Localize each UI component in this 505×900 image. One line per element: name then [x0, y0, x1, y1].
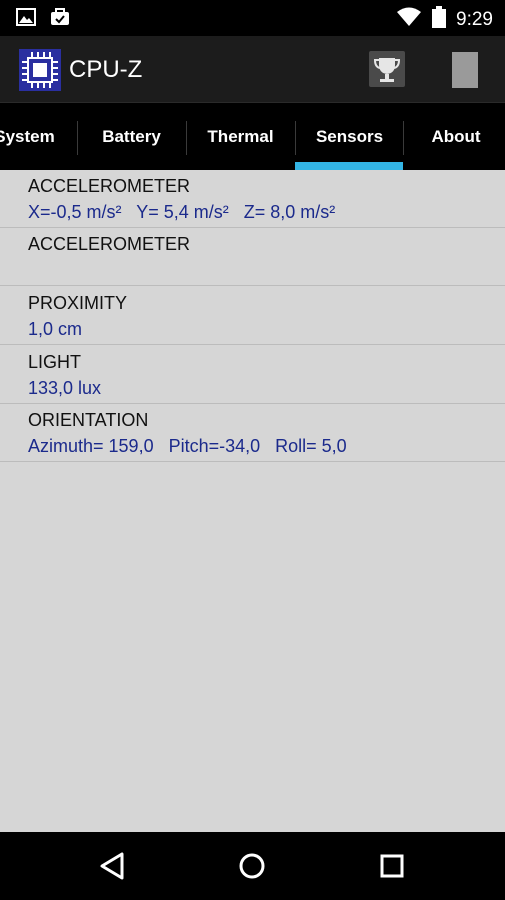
- active-tab-indicator: [295, 162, 403, 170]
- sensor-name: ACCELEROMETER: [28, 234, 191, 254]
- list-item: ACCELEROMETER X=-0,5 m/s² Y= 5,4 m/s² Z=…: [0, 170, 505, 228]
- gallery-icon: [16, 8, 36, 31]
- sensor-value: Azimuth= 159,0 Pitch=-34,0 Roll= 5,0: [28, 436, 347, 456]
- overflow-menu-icon: [452, 52, 478, 88]
- list-item: PROXIMITY 1,0 cm: [0, 287, 505, 345]
- sensor-name: LIGHT: [28, 352, 82, 372]
- tab-thermal[interactable]: Thermal: [186, 103, 295, 170]
- action-bar: CPU-Z: [0, 36, 505, 102]
- android-screen: 9:29 CPU-Z System Battery Thermal Sensor…: [0, 0, 505, 900]
- list-item: ORIENTATION Azimuth= 159,0 Pitch=-34,0 R…: [0, 404, 505, 462]
- list-item: ACCELEROMETER: [0, 228, 505, 286]
- status-bar: 9:29: [0, 0, 505, 36]
- status-clock: 9:29: [456, 8, 493, 30]
- sensor-name: ACCELEROMETER: [28, 176, 191, 196]
- home-icon: [235, 853, 269, 887]
- tab-about[interactable]: About: [403, 103, 505, 170]
- home-button[interactable]: [235, 849, 269, 883]
- tab-system[interactable]: System: [0, 103, 79, 170]
- sensors-list: ACCELEROMETER X=-0,5 m/s² Y= 5,4 m/s² Z=…: [0, 170, 505, 832]
- sensor-value: 133,0 lux: [28, 378, 102, 398]
- trophy-button[interactable]: [369, 51, 405, 87]
- tab-sensors[interactable]: Sensors: [295, 103, 404, 170]
- cpu-chip-icon: [19, 49, 61, 91]
- recents-icon: [375, 854, 409, 887]
- tab-battery[interactable]: Battery: [77, 103, 186, 170]
- overflow-menu-button[interactable]: [452, 52, 478, 88]
- back-icon: [96, 852, 130, 887]
- tab-bar: System Battery Thermal Sensors About: [0, 102, 505, 170]
- sensor-name: ORIENTATION: [28, 410, 149, 430]
- app-title: CPU-Z: [69, 56, 143, 83]
- recents-button[interactable]: [375, 849, 409, 883]
- list-item: LIGHT 133,0 lux: [0, 346, 505, 404]
- trophy-icon: [369, 58, 405, 91]
- back-button[interactable]: [96, 849, 130, 883]
- navigation-bar: [0, 832, 505, 900]
- sensor-name: PROXIMITY: [28, 293, 128, 313]
- wifi-icon: [396, 7, 422, 32]
- briefcase-icon: [50, 8, 70, 31]
- sensor-value: X=-0,5 m/s² Y= 5,4 m/s² Z= 8,0 m/s²: [28, 202, 336, 222]
- sensor-value: 1,0 cm: [28, 319, 83, 339]
- battery-icon: [432, 6, 447, 33]
